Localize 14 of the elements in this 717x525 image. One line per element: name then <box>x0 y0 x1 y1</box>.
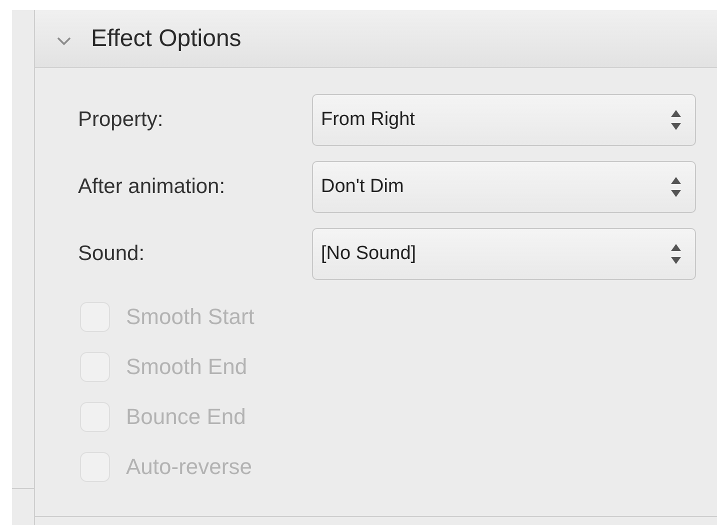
checkbox-label: Smooth Start <box>126 304 254 330</box>
up-down-arrows-icon <box>671 109 681 131</box>
field-label: After animation: <box>78 175 226 199</box>
section-title[interactable]: Effect Options <box>91 24 242 52</box>
up-down-arrows-icon <box>671 176 681 198</box>
dropdown[interactable]: [No Sound] <box>312 228 696 280</box>
dropdown[interactable]: Don't Dim <box>312 161 696 213</box>
field-label: Sound: <box>78 242 146 266</box>
checkbox-label: Bounce End <box>126 404 246 430</box>
checkbox-label: Auto-reverse <box>126 454 252 480</box>
dropdown[interactable]: From Right <box>312 94 696 146</box>
up-down-arrows-icon <box>671 243 681 265</box>
checkbox-label: Smooth End <box>126 354 248 380</box>
field-label: Property: <box>78 108 164 132</box>
